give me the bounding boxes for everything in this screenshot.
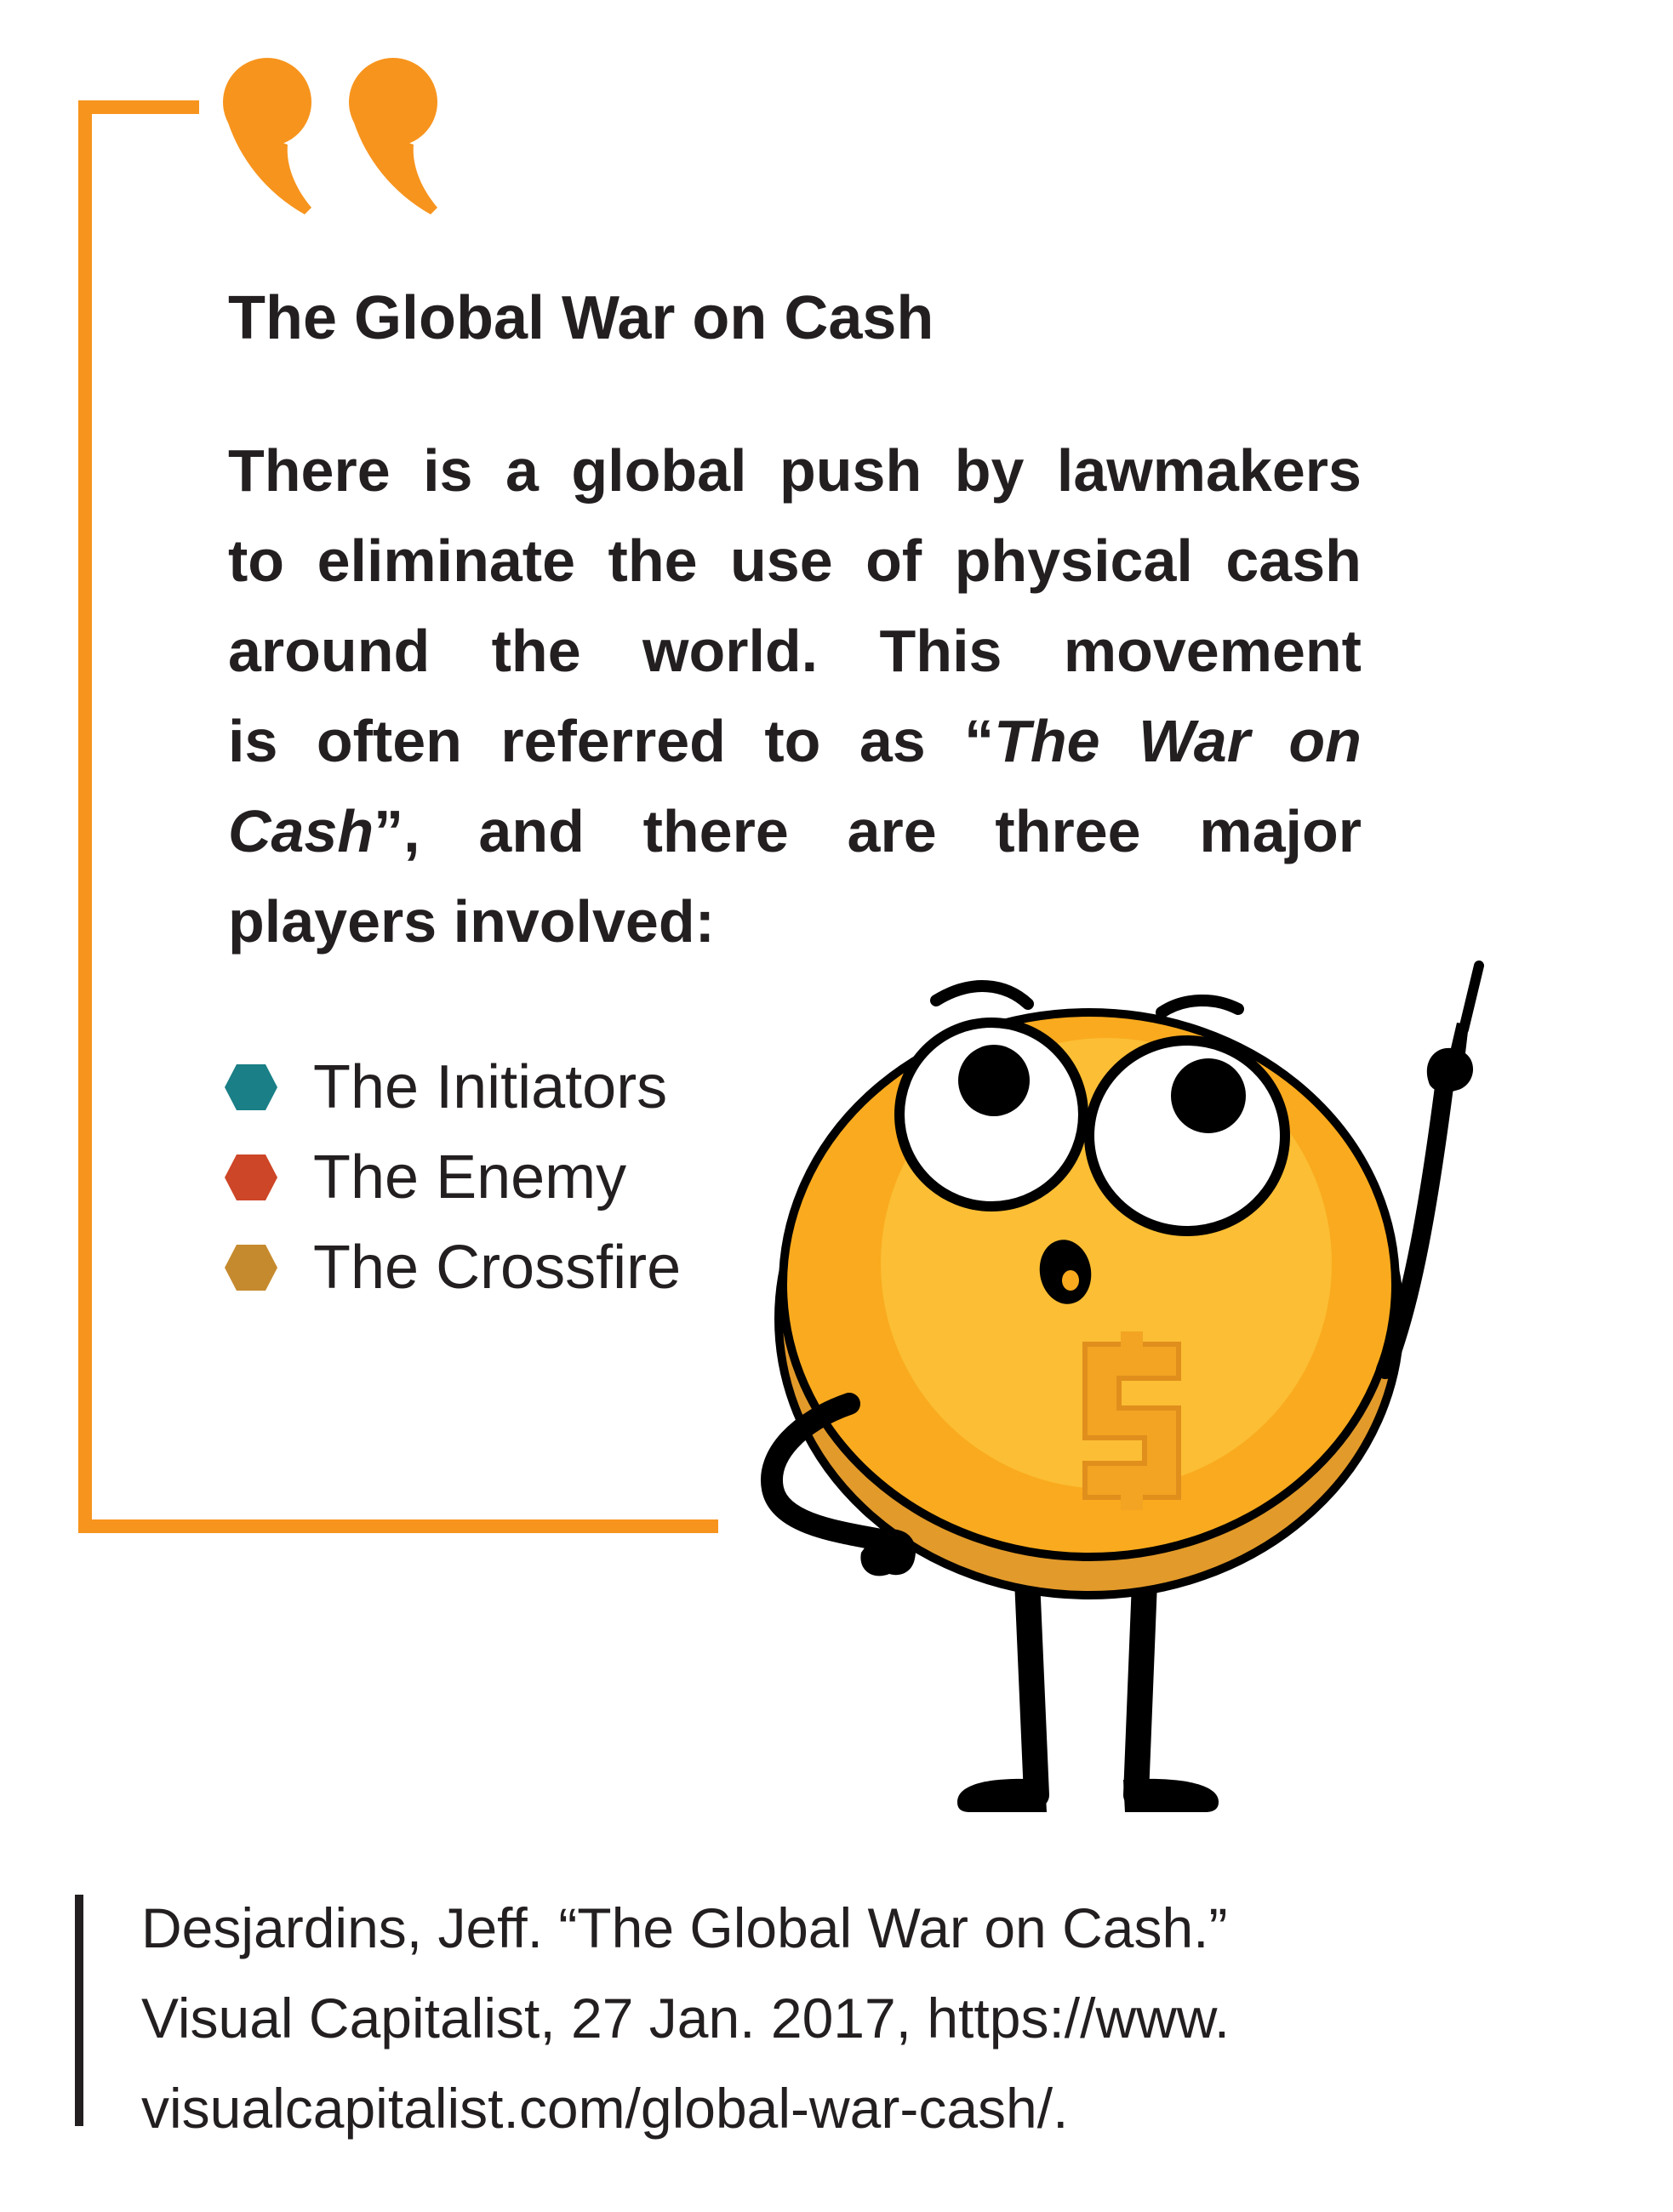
intro-word: are (847, 798, 937, 864)
intro-word: push (779, 437, 922, 504)
frame-top-line (78, 100, 199, 114)
player-label: The Crossfire (313, 1234, 682, 1302)
pointing-finger (1459, 961, 1484, 1035)
intro-word: physical (954, 527, 1193, 594)
intro-text: players involved: (228, 888, 715, 955)
intro-line-3: around the world. This movement (228, 606, 1362, 696)
intro-word: of (865, 527, 922, 594)
intro-word: global (571, 437, 747, 504)
player-label: The Initiators (313, 1053, 668, 1121)
open-quote: “ (964, 708, 995, 774)
citation-bar (75, 1895, 83, 2126)
intro-word: three (995, 798, 1141, 864)
intro-word: a (505, 437, 539, 504)
frame-left-line (78, 100, 92, 1533)
emphasis-word: on (1288, 708, 1362, 774)
players-list: The Initiators The Enemy The Crossfire (223, 1042, 681, 1313)
intro-line-1: There is a global push by lawmakers (228, 425, 1362, 516)
hexagon-icon (225, 1064, 277, 1110)
crossfire-hexagon (225, 1245, 277, 1291)
intro-word: there (642, 798, 789, 864)
intro-word: by (954, 437, 1025, 504)
intro-word: referred (500, 708, 726, 774)
opening-quotation-mark-icon (223, 58, 437, 214)
right-arm (1376, 1071, 1454, 1379)
page-title: The Global War on Cash (228, 284, 934, 352)
emphasis-word: Cash (228, 798, 374, 864)
intro-word: around (228, 618, 431, 684)
intro-line-5: Cash”, and there are three major (228, 786, 1362, 876)
intro-line-2: to eliminate the use of physical cash (228, 516, 1362, 606)
list-item: The Crossfire (223, 1223, 681, 1313)
emphasis-group: Cash”, (228, 786, 420, 876)
coin-character-illustration (761, 961, 1484, 1812)
intro-word: is (228, 708, 278, 774)
citation-line-1: Desjardins, Jeff. “The Global War on Cas… (141, 1896, 1228, 1959)
intro-word: This (879, 618, 1002, 684)
citation-line-2: Visual Capitalist, 27 Jan. 2017, https:/… (141, 1987, 1230, 2050)
hexagon-icon (225, 1245, 277, 1291)
emphasis-word: War (1139, 708, 1250, 774)
intro-word: eliminate (317, 527, 576, 594)
intro-word: to (764, 708, 821, 774)
right-eyebrow (1156, 995, 1244, 1018)
list-item: The Enemy (223, 1132, 681, 1223)
citation-line-3: visualcapitalist.com/global-war-cash/. (141, 2077, 1069, 2140)
enemy-hexagon (225, 1154, 277, 1200)
intro-word: the (491, 618, 581, 684)
citation: Desjardins, Jeff. “The Global War on Cas… (141, 1883, 1230, 2153)
left-foot (957, 1778, 1047, 1812)
emphasis-word: The (994, 708, 1100, 774)
intro-word: world. (642, 618, 819, 684)
intro-word: cash (1225, 527, 1362, 594)
dollar-emblem (1082, 1331, 1181, 1510)
player-label: The Enemy (313, 1143, 627, 1211)
intro-word: use (730, 527, 833, 594)
list-item: The Initiators (223, 1042, 681, 1132)
mouth-tongue (1062, 1270, 1079, 1291)
right-pupil (1171, 1058, 1246, 1133)
frame-bottom-line (78, 1519, 718, 1533)
intro-word: to (228, 527, 285, 594)
intro-word: is (423, 437, 473, 504)
intro-word: movement (1063, 618, 1362, 684)
intro-word: lawmakers (1056, 437, 1362, 504)
intro-word: often (316, 708, 462, 774)
intro-paragraph: There is a global push by lawmakers to e… (228, 425, 1362, 966)
initiators-hexagon (225, 1064, 277, 1110)
close-quote: ”, (374, 798, 420, 864)
intro-word: the (608, 527, 698, 594)
left-pupil (958, 1045, 1030, 1116)
intro-line-4: is often referred to as “The War on (228, 696, 1362, 786)
intro-word: as (859, 708, 926, 774)
right-foot (1123, 1778, 1219, 1812)
intro-word: There (228, 437, 391, 504)
hexagon-icon (225, 1154, 277, 1200)
intro-word: major (1199, 798, 1362, 864)
left-eyebrow (930, 980, 1034, 1010)
intro-word: and (478, 798, 585, 864)
emphasis-group: “The (964, 696, 1099, 786)
